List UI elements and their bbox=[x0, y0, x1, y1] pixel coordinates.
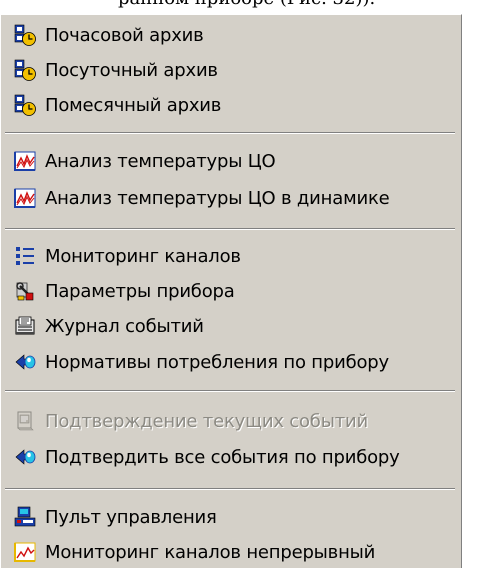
menu-item-label: Анализ температуры ЦО в динамике bbox=[45, 187, 390, 209]
consumption-norms-icon bbox=[13, 350, 37, 374]
menu-separator bbox=[5, 132, 455, 134]
menu-item-label: Почасовой архив bbox=[45, 24, 204, 46]
menu-item-label: Мониторинг каналов bbox=[45, 245, 241, 267]
continuous-monitoring-icon bbox=[13, 540, 37, 564]
menu-item-control-panel[interactable]: Пульт управления bbox=[3, 500, 459, 534]
event-log-icon bbox=[13, 314, 37, 338]
document-caption-fragment: ранном приборе (Рис. 32)). bbox=[0, 0, 497, 12]
menu-item-continuous-monitoring[interactable]: Мониторинг каналов непрерывный bbox=[3, 535, 459, 569]
menu-item-device-parameters[interactable]: Параметры прибора bbox=[3, 274, 459, 308]
confirm-all-events-icon bbox=[13, 445, 37, 469]
menu-item-temperature-dynamics[interactable]: Анализ температуры ЦО в динамике bbox=[3, 181, 459, 215]
menu-item-label: Помесячный архив bbox=[45, 94, 222, 116]
menu-item-hourly-archive[interactable]: Почасовой архив bbox=[3, 18, 459, 52]
channel-list-icon bbox=[13, 244, 37, 268]
menu-item-label: Анализ температуры ЦО bbox=[45, 150, 276, 172]
menu-item-label: Нормативы потребления по прибору bbox=[45, 351, 389, 373]
menu-item-label: Журнал событий bbox=[45, 315, 204, 337]
menu-item-confirm-current-events: Подтверждение текущих событий bbox=[3, 404, 459, 438]
hourly-archive-icon bbox=[13, 23, 37, 47]
menu-item-monthly-archive[interactable]: Помесячный архив bbox=[3, 88, 459, 122]
monthly-archive-icon bbox=[13, 93, 37, 117]
menu-item-label: Подтверждение текущих событий bbox=[45, 410, 368, 432]
menu-item-label: Пульт управления bbox=[45, 506, 217, 528]
menu-item-confirm-all-events[interactable]: Подтвердить все события по прибору bbox=[3, 440, 459, 474]
menu-separator bbox=[5, 488, 455, 490]
temperature-dynamics-chart-icon bbox=[13, 186, 37, 210]
menu-separator bbox=[5, 390, 455, 392]
menu-item-channel-monitoring[interactable]: Мониторинг каналов bbox=[3, 239, 459, 273]
daily-archive-icon bbox=[13, 58, 37, 82]
confirm-current-events-icon bbox=[13, 409, 37, 433]
menu-item-label: Посуточный архив bbox=[45, 59, 218, 81]
menu-item-label: Подтвердить все события по прибору bbox=[45, 446, 400, 468]
menu-item-event-log[interactable]: Журнал событий bbox=[3, 309, 459, 343]
device-parameters-icon bbox=[13, 279, 37, 303]
menu-item-daily-archive[interactable]: Посуточный архив bbox=[3, 53, 459, 87]
context-menu: Почасовой архив Посуточный архив Помесяч… bbox=[0, 14, 462, 568]
menu-item-label: Мониторинг каналов непрерывный bbox=[45, 541, 376, 563]
menu-item-consumption-norms[interactable]: Нормативы потребления по прибору bbox=[3, 345, 459, 379]
menu-separator bbox=[5, 228, 455, 230]
menu-item-label: Параметры прибора bbox=[45, 280, 235, 302]
temperature-chart-icon bbox=[13, 149, 37, 173]
control-panel-icon bbox=[13, 505, 37, 529]
menu-item-temperature-analysis[interactable]: Анализ температуры ЦО bbox=[3, 144, 459, 178]
